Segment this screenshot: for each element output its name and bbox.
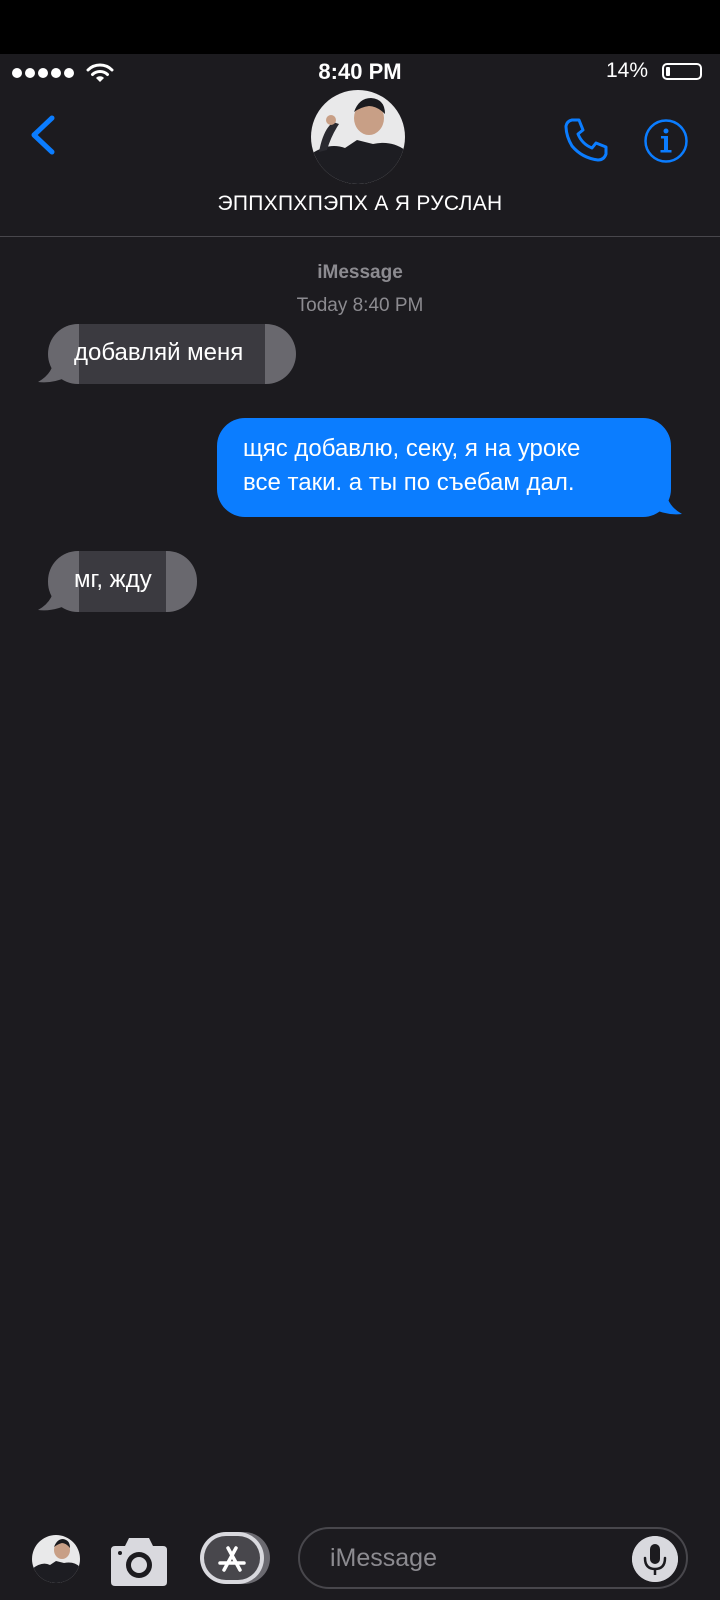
- contact-avatar[interactable]: [311, 90, 405, 184]
- outgoing-message-bubble[interactable]: щяс добавлю, секу, я на уроке все таки. …: [217, 418, 671, 517]
- microphone-icon[interactable]: [632, 1536, 678, 1582]
- service-label: iMessage: [317, 262, 403, 283]
- incoming-message-bubble[interactable]: добавляй меня: [48, 324, 296, 384]
- info-icon[interactable]: [643, 118, 689, 164]
- compose-toolbar: iMessage: [0, 1520, 720, 1600]
- conversation-header: ЭППХПХПЭПХ А Я РУСЛАН: [0, 90, 720, 237]
- chevron-left-icon[interactable]: [26, 112, 60, 158]
- app-store-icon[interactable]: [200, 1532, 270, 1584]
- camera-icon[interactable]: [111, 1534, 167, 1586]
- message-line: все таки. а ты по съебам дал.: [243, 469, 575, 496]
- message-input-placeholder: iMessage: [330, 1544, 437, 1572]
- message-text: мг, жду: [74, 566, 152, 593]
- memoji-avatar-button[interactable]: [32, 1535, 80, 1583]
- conversation-timestamp: Today 8:40 PM: [296, 295, 424, 316]
- battery-level: [666, 67, 670, 76]
- message-text: добавляй меня: [74, 339, 244, 366]
- battery-percent: 14%: [606, 59, 649, 82]
- top-black-bar: [0, 0, 720, 54]
- contact-name[interactable]: ЭППХПХПЭПХ А Я РУСЛАН: [0, 192, 720, 216]
- message-input[interactable]: iMessage: [298, 1527, 688, 1589]
- battery-icon: [662, 63, 702, 80]
- incoming-message-bubble[interactable]: мг, жду: [48, 551, 197, 612]
- phone-icon[interactable]: [562, 116, 610, 164]
- message-line: щяс добавлю, секу, я на уроке: [243, 435, 581, 462]
